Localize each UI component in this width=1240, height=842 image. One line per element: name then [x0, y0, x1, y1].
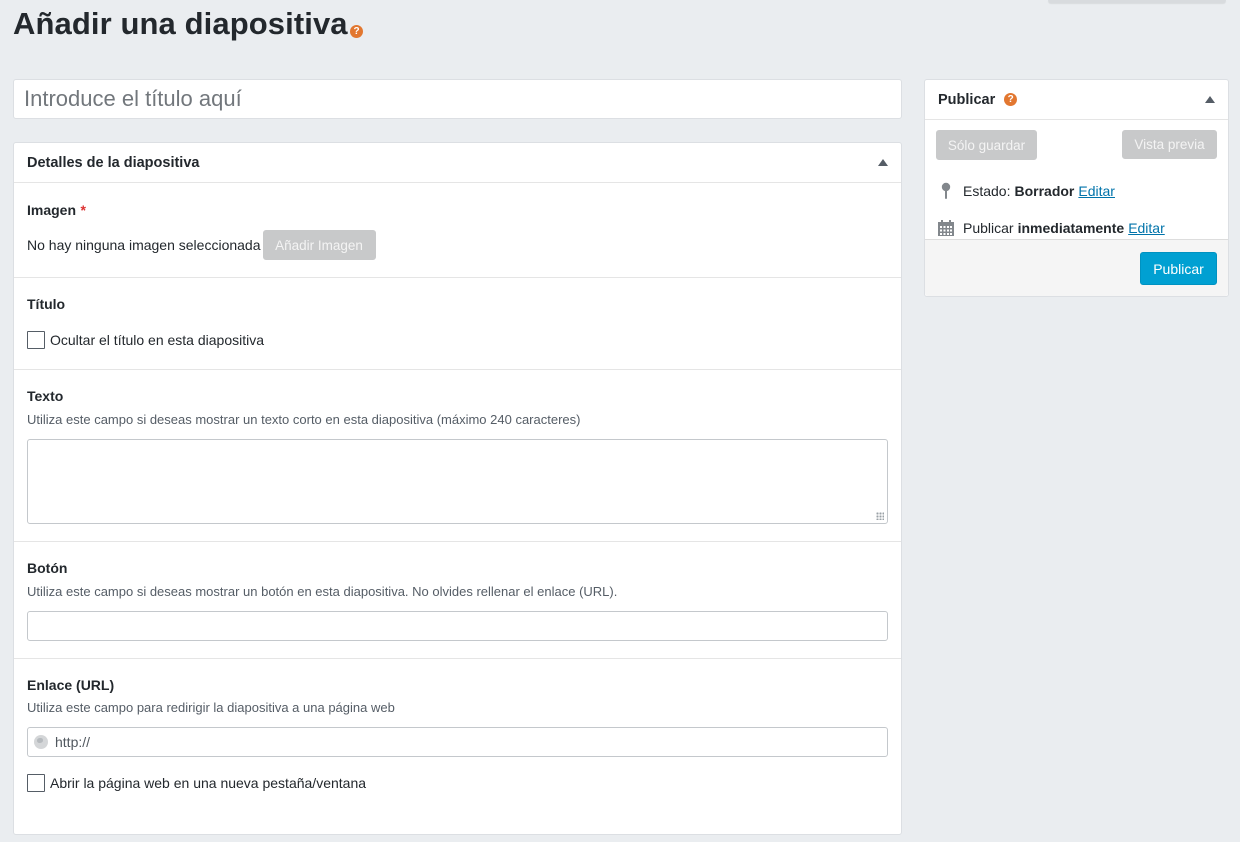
button-text-input[interactable]: [27, 611, 888, 641]
text-textarea[interactable]: [27, 439, 888, 524]
schedule-value: inmediatamente: [1017, 219, 1125, 236]
url-input[interactable]: http://: [27, 727, 888, 757]
slide-details-title: Detalles de la diapositiva: [27, 154, 200, 171]
edit-status-link[interactable]: Editar: [1078, 183, 1115, 199]
link-description: Utiliza este campo para redirigir la dia…: [27, 700, 395, 715]
text-label: Texto: [27, 388, 64, 404]
resize-grip-icon[interactable]: [876, 512, 884, 520]
button-description: Utiliza este campo si deseas mostrar un …: [27, 584, 618, 599]
required-mark: *: [80, 202, 86, 218]
link-label: Enlace (URL): [27, 677, 115, 693]
slide-details-box: Detalles de la diapositiva Imagen * No h…: [13, 142, 902, 835]
collapse-arrow-icon[interactable]: [878, 159, 888, 166]
link-section: Enlace (URL) Utiliza este campo para red…: [14, 659, 901, 834]
new-tab-checkbox[interactable]: [27, 774, 45, 792]
url-placeholder: http://: [55, 734, 91, 750]
status-row: Estado: Borrador Editar: [925, 172, 1228, 209]
hide-title-checkbox[interactable]: [27, 331, 45, 349]
new-tab-option[interactable]: Abrir la página web en una nueva pestaña…: [27, 774, 366, 792]
calendar-icon: [937, 219, 955, 237]
status-value: Borrador: [1014, 182, 1075, 199]
edit-schedule-link[interactable]: Editar: [1128, 220, 1165, 236]
hide-title-option[interactable]: Ocultar el título en esta diapositiva: [27, 331, 264, 349]
globe-icon: [34, 735, 48, 749]
hide-title-label: Ocultar el título en esta diapositiva: [50, 332, 265, 348]
publish-title: Publicar: [938, 91, 996, 108]
status-label: Estado:: [963, 182, 1011, 199]
question-circle-icon[interactable]: ?: [1004, 93, 1018, 106]
title-section: Título Ocultar el título en esta diaposi…: [14, 278, 901, 370]
new-tab-label: Abrir la página web en una nueva pestaña…: [50, 775, 367, 791]
text-section: Texto Utiliza este campo si deseas mostr…: [14, 370, 901, 542]
collapse-arrow-icon[interactable]: [1205, 96, 1215, 103]
screen-options-tab[interactable]: [1048, 0, 1226, 3]
image-label: Imagen: [27, 202, 77, 218]
button-section: Botón Utiliza este campo si deseas mostr…: [14, 542, 901, 659]
no-image-text: No hay ninguna imagen seleccionada: [27, 237, 261, 253]
publish-footer: Publicar: [925, 239, 1228, 296]
publish-header[interactable]: Publicar ?: [925, 80, 1228, 120]
publish-actions: Sólo guardar Vista previa: [925, 120, 1228, 172]
title-label: Título: [27, 296, 66, 312]
schedule-label: Publicar: [963, 219, 1014, 236]
button-label: Botón: [27, 560, 68, 576]
page-title: Añadir una diapositiva: [13, 6, 348, 41]
add-image-button[interactable]: Añadir Imagen: [262, 230, 376, 260]
title-input[interactable]: [13, 79, 902, 119]
image-section: Imagen * No hay ninguna imagen seleccion…: [14, 183, 901, 278]
slide-details-header[interactable]: Detalles de la diapositiva: [14, 143, 901, 183]
text-description: Utiliza este campo si deseas mostrar un …: [27, 412, 581, 427]
save-draft-button[interactable]: Sólo guardar: [936, 130, 1037, 160]
publish-box: Publicar ? Sólo guardar Vista previa Est…: [924, 79, 1229, 297]
publish-button[interactable]: Publicar: [1140, 252, 1217, 285]
question-circle-icon[interactable]: ?: [350, 25, 363, 38]
preview-button[interactable]: Vista previa: [1122, 130, 1217, 159]
pin-icon: [937, 182, 955, 200]
